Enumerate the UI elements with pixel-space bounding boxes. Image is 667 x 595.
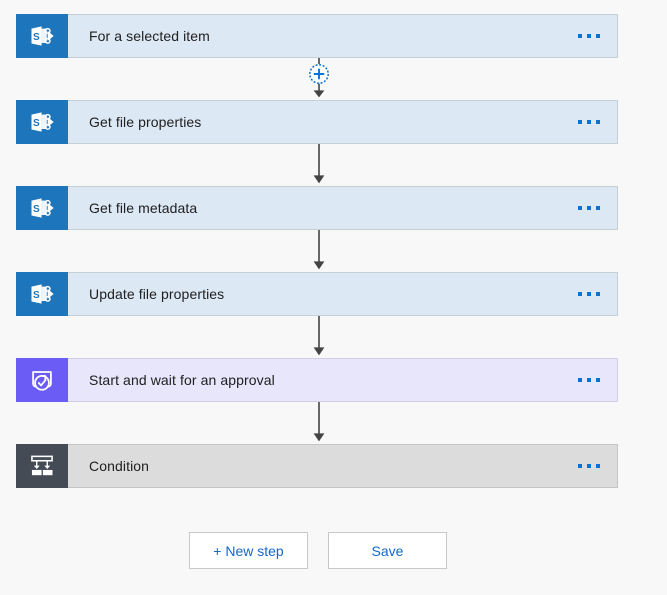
svg-text:S: S	[33, 290, 40, 301]
flow-step-title: For a selected item	[89, 28, 210, 44]
arrow-head	[313, 90, 325, 98]
flow-step-card-update-file-properties[interactable]: S Update file properties	[16, 272, 618, 316]
arrow-head	[313, 175, 325, 184]
flow-step-card-start-and-wait-for-an-approval[interactable]: Start and wait for an approval	[16, 358, 618, 402]
menu-dot	[578, 378, 582, 382]
designer-action-bar: + New step Save	[189, 532, 447, 569]
insert-step-connector[interactable]	[303, 58, 335, 100]
flow-step-card-for-a-selected-item[interactable]: S For a selected item	[16, 14, 618, 58]
flow-step-title: Get file metadata	[89, 200, 198, 216]
save-button[interactable]: Save	[328, 532, 447, 569]
svg-text:S: S	[33, 32, 40, 43]
flow-step-overflow-menu-button[interactable]	[561, 101, 617, 143]
sharepoint-icon: S	[16, 100, 68, 144]
svg-text:S: S	[33, 118, 40, 129]
flow-step-card-condition[interactable]: Condition	[16, 444, 618, 488]
arrow-connector	[313, 402, 325, 442]
flow-designer-canvas: S For a selected item S Get file propert…	[0, 0, 667, 595]
sharepoint-glyph: S	[31, 198, 54, 218]
add-step-circle	[309, 64, 329, 84]
menu-dot	[578, 464, 582, 468]
sharepoint-glyph: S	[31, 112, 54, 132]
arrow-head	[313, 261, 325, 270]
flow-step-title: Update file properties	[89, 286, 225, 302]
menu-dot	[596, 464, 600, 468]
sharepoint-icon: S	[16, 186, 68, 230]
flow-step-overflow-menu-button[interactable]	[561, 15, 617, 57]
menu-dot	[596, 292, 600, 296]
flow-connector-2	[303, 144, 335, 186]
flow-step-card-get-file-metadata[interactable]: S Get file metadata	[16, 186, 618, 230]
menu-dot	[578, 120, 582, 124]
flow-step-title: Get file properties	[89, 114, 202, 130]
condition-glyph	[31, 455, 53, 476]
flow-step-title: Condition	[89, 458, 150, 474]
menu-dot	[587, 120, 591, 124]
arrow-head	[313, 347, 325, 356]
arrow-head	[313, 433, 325, 442]
flow-step-overflow-menu-button[interactable]	[561, 445, 617, 487]
menu-dot	[587, 292, 591, 296]
condition-icon	[16, 444, 68, 488]
approval-glyph	[32, 371, 52, 391]
menu-dot	[578, 292, 582, 296]
sharepoint-icon: S	[16, 272, 68, 316]
menu-dot	[596, 206, 600, 210]
flow-step-card-get-file-properties[interactable]: S Get file properties	[16, 100, 618, 144]
plus-icon	[313, 68, 325, 80]
arrow-connector	[313, 230, 325, 270]
menu-dot	[587, 34, 591, 38]
svg-text:S: S	[33, 204, 40, 215]
sharepoint-glyph: S	[31, 26, 54, 46]
sharepoint-icon: S	[16, 14, 68, 58]
flow-step-overflow-menu-button[interactable]	[561, 359, 617, 401]
flow-connector-3	[303, 230, 335, 272]
menu-dot	[587, 206, 591, 210]
menu-dot	[596, 120, 600, 124]
arrow-connector	[313, 144, 325, 184]
flow-step-title: Start and wait for an approval	[89, 372, 275, 388]
approval-icon	[16, 358, 68, 402]
flow-connector-4	[303, 316, 335, 358]
flow-connector-1[interactable]	[303, 58, 335, 100]
arrow-connector	[313, 316, 325, 356]
menu-dot	[587, 378, 591, 382]
menu-dot	[596, 378, 600, 382]
new-step-button[interactable]: + New step	[189, 532, 308, 569]
flow-step-overflow-menu-button[interactable]	[561, 187, 617, 229]
menu-dot	[587, 464, 591, 468]
flow-connector-5	[303, 402, 335, 444]
sharepoint-glyph: S	[31, 284, 54, 304]
menu-dot	[596, 34, 600, 38]
menu-dot	[578, 34, 582, 38]
menu-dot	[578, 206, 582, 210]
flow-step-overflow-menu-button[interactable]	[561, 273, 617, 315]
